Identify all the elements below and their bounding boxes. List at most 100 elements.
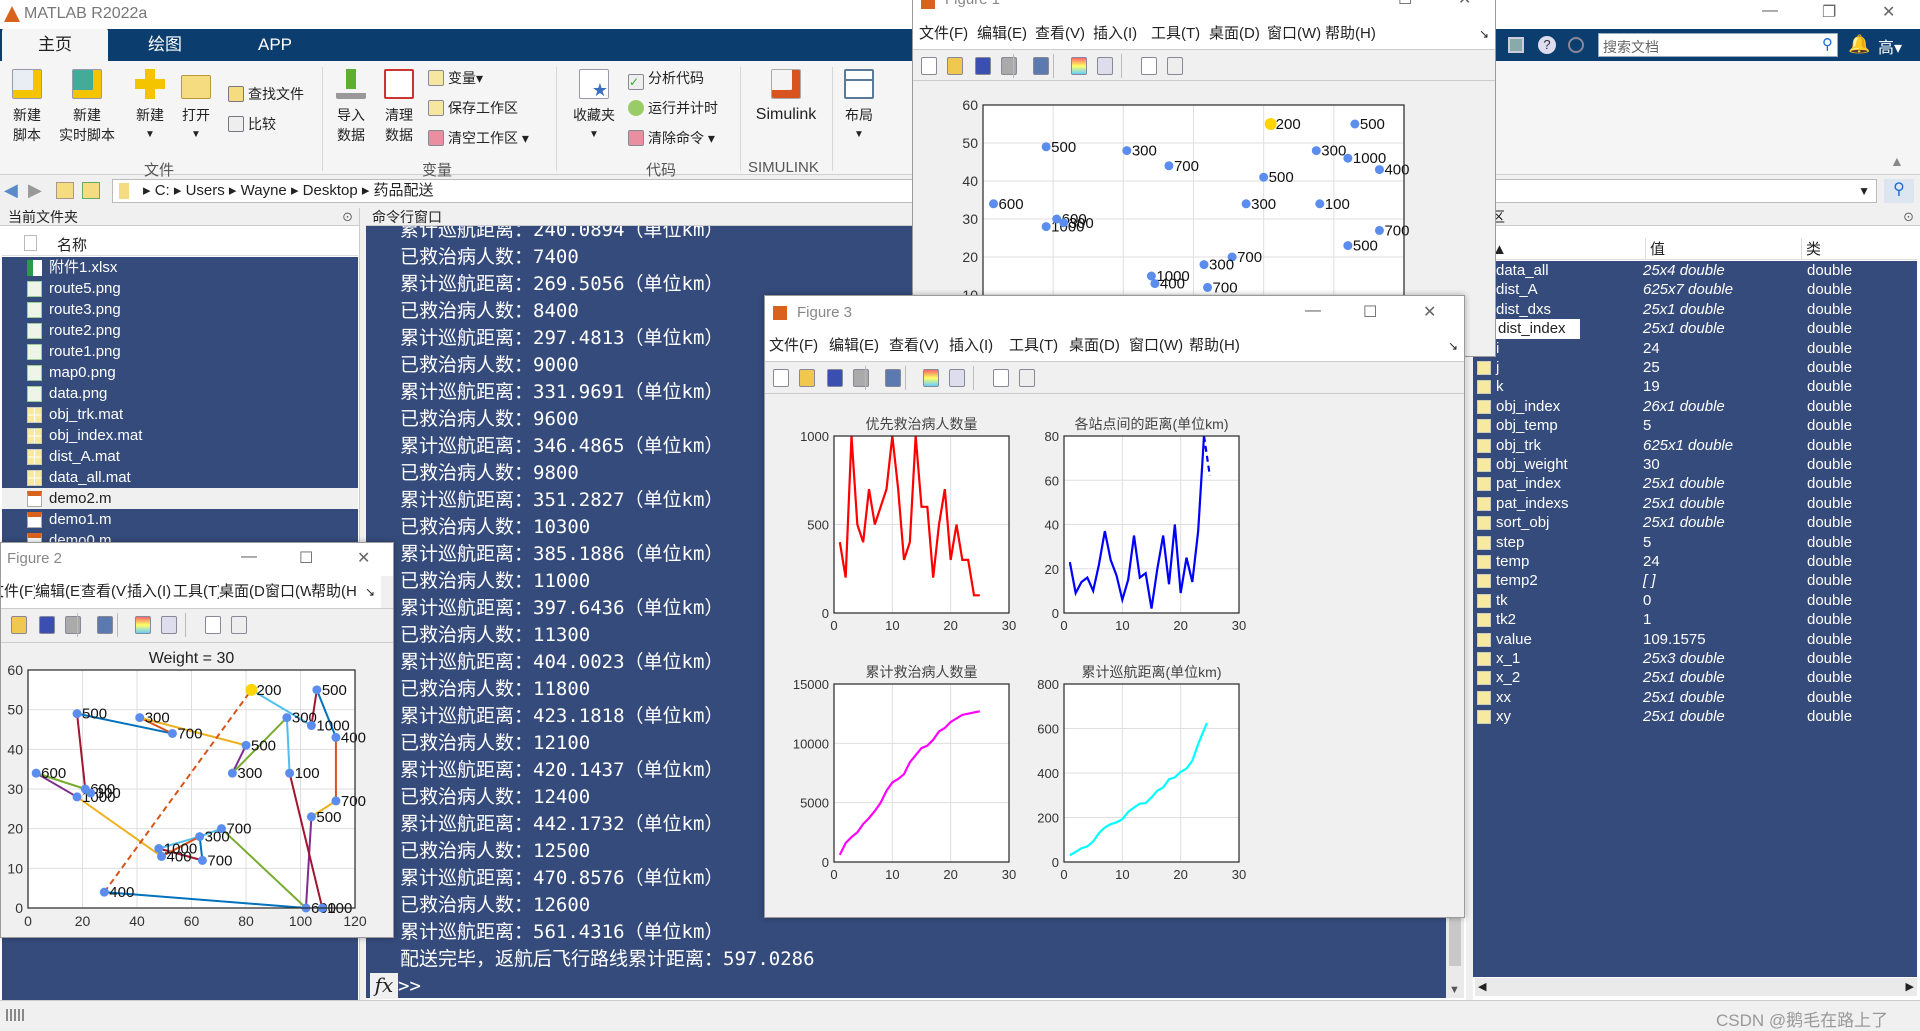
close-button[interactable]: ✕: [357, 548, 370, 568]
figure-menu-item[interactable]: 工具(T): [1151, 19, 1209, 49]
colorbar-icon[interactable]: [135, 616, 151, 634]
favorites-button[interactable]: ★ 收藏夹 ▼: [566, 69, 622, 145]
new-file-icon[interactable]: [921, 57, 937, 75]
find-files-button[interactable]: 查找文件: [228, 83, 304, 105]
station-distance-axes[interactable]: 0 10 20 30 0 20 40 60 80 各站点间的距离(单位km): [1045, 416, 1247, 633]
save-icon[interactable]: [39, 616, 55, 634]
breadcrumb-item[interactable]: 药品配送: [374, 182, 434, 199]
workspace-variable-row[interactable]: x_1 25x3 double double: [1473, 649, 1917, 668]
save-icon[interactable]: [827, 369, 843, 387]
variable-button[interactable]: 变量▾: [428, 67, 483, 89]
search-docs-input[interactable]: 搜索文档 ⚲: [1598, 33, 1838, 57]
figure-menu-item[interactable]: 帮助(H): [311, 576, 357, 608]
column-value[interactable]: 值: [1645, 238, 1665, 259]
workspace-variable-row[interactable]: pat_index 25x1 double double: [1473, 474, 1917, 493]
scroll-right-icon[interactable]: ▶: [1906, 980, 1914, 993]
breadcrumb-item[interactable]: Users: [186, 182, 225, 199]
new-live-script-button[interactable]: 新建 实时脚本: [52, 69, 122, 145]
layout-button[interactable]: 布局 ▼: [838, 69, 880, 145]
clear-commands-button[interactable]: 清除命令 ▾: [628, 127, 715, 149]
run-and-time-button[interactable]: 运行并计时: [628, 97, 718, 119]
breadcrumb-item[interactable]: Desktop: [303, 182, 358, 199]
minimize-button[interactable]: —: [1762, 2, 1778, 20]
help-icon[interactable]: ?: [1538, 36, 1556, 54]
new-file-icon[interactable]: [773, 369, 789, 387]
save-icon[interactable]: [975, 57, 991, 75]
figure-menu-item[interactable]: 桌面(D): [219, 576, 265, 608]
panel-menu-icon[interactable]: ⊙: [342, 208, 353, 226]
window-layout-icon[interactable]: [1508, 37, 1524, 53]
workspace-variable-row[interactable]: obj_index 26x1 double double: [1473, 397, 1917, 416]
scroll-down-icon[interactable]: ▼: [1449, 984, 1460, 996]
legend-icon[interactable]: [161, 616, 177, 634]
figure-menu-item[interactable]: 查看(V): [81, 576, 127, 608]
print-icon[interactable]: [65, 616, 81, 634]
print-icon[interactable]: [853, 369, 869, 387]
collapse-ribbon-icon[interactable]: ▲: [1890, 153, 1904, 169]
tab-plots[interactable]: 绘图: [130, 29, 200, 61]
panel-menu-icon[interactable]: ⊙: [1903, 208, 1914, 226]
figure-menu-item[interactable]: 文件(F): [1, 576, 35, 608]
workspace-variable-row[interactable]: obj_weight 30 double: [1473, 455, 1917, 474]
workspace-variable-row[interactable]: xx 25x1 double double: [1473, 688, 1917, 707]
figure-menu-item[interactable]: 编辑(E): [829, 331, 889, 361]
link-plot-icon[interactable]: [1033, 57, 1049, 75]
figure-menu-item[interactable]: 帮助(H): [1325, 19, 1383, 49]
search-folder-icon[interactable]: ⚲: [1884, 179, 1914, 203]
minimize-button[interactable]: —: [1305, 302, 1321, 320]
forward-icon[interactable]: ▶: [28, 180, 42, 201]
legend-icon[interactable]: [1097, 57, 1113, 75]
figure-menu-item[interactable]: 窗口(W): [265, 576, 311, 608]
maximize-button[interactable]: ☐: [299, 548, 313, 568]
figure-menu-item[interactable]: 窗口(W): [1267, 19, 1325, 49]
workspace-variable-row[interactable]: tk 0 double: [1473, 591, 1917, 610]
route-axes[interactable]: 0 20 40 60 80 100 120 0 10 20 30 40 50 60 Weight = 30 2…: [7, 650, 366, 929]
workspace-variable-row[interactable]: obj_trk 625x1 double double: [1473, 436, 1917, 455]
file-item[interactable]: route5.png: [2, 278, 358, 299]
scroll-left-icon[interactable]: ◀: [1478, 980, 1486, 993]
command-prompt[interactable]: >>: [398, 973, 421, 998]
new-button[interactable]: 新建 ▼: [132, 69, 168, 145]
colorbar-icon[interactable]: [1071, 57, 1087, 75]
breadcrumb-item[interactable]: Wayne: [241, 182, 287, 199]
property-editor-icon[interactable]: [1167, 57, 1183, 75]
figure-menu-item[interactable]: 桌面(D): [1069, 331, 1129, 361]
maximize-button[interactable]: ☐: [1398, 0, 1412, 9]
user-menu[interactable]: 高▾: [1878, 34, 1902, 58]
file-item[interactable]: dist_A.mat: [2, 446, 358, 467]
file-item[interactable]: route2.png: [2, 320, 358, 341]
workspace-variable-row[interactable]: obj_temp 5 double: [1473, 416, 1917, 435]
file-item[interactable]: map0.png: [2, 362, 358, 383]
workspace-variable-row[interactable]: dist_A 625x7 double double: [1473, 280, 1917, 299]
print-icon[interactable]: [1001, 57, 1017, 75]
file-item[interactable]: 附件1.xlsx: [2, 257, 358, 278]
breadcrumb-item[interactable]: C:: [155, 182, 170, 199]
clean-data-button[interactable]: 清理 数据: [378, 69, 420, 145]
new-file-icon[interactable]: [0, 616, 1, 634]
maximize-button[interactable]: ☐: [1363, 302, 1377, 322]
workspace-variable-row[interactable]: tk2 1 double: [1473, 610, 1917, 629]
workspace-variable-row[interactable]: value 109.1575 double: [1473, 630, 1917, 649]
figure-menu-item[interactable]: 窗口(W): [1129, 331, 1189, 361]
workspace-variable-row[interactable]: data_all 25x4 double double: [1473, 261, 1917, 280]
figure-menu-item[interactable]: 查看(V): [1035, 19, 1093, 49]
figure-menu-item[interactable]: 编辑(E): [977, 19, 1035, 49]
back-icon[interactable]: ◀: [4, 180, 18, 201]
close-button[interactable]: ✕: [1882, 2, 1895, 22]
workspace-variable-row[interactable]: pat_indexs 25x1 double double: [1473, 494, 1917, 513]
analyze-code-button[interactable]: ✓ 分析代码: [628, 67, 704, 90]
link-plot-icon[interactable]: [885, 369, 901, 387]
figure-menu-item[interactable]: 编辑(E): [35, 576, 81, 608]
workspace-variable-row[interactable]: j 25 double: [1473, 358, 1917, 377]
priority-patients-axes[interactable]: 0 10 20 30 0 500 1000 优先救治病人数量: [800, 416, 1016, 633]
pointer-icon[interactable]: [205, 616, 221, 634]
workspace-variable-row[interactable]: k 19 double: [1473, 377, 1917, 396]
file-item[interactable]: data.png: [2, 383, 358, 404]
pointer-icon[interactable]: [1141, 57, 1157, 75]
close-button[interactable]: ✕: [1423, 302, 1436, 322]
column-class[interactable]: 类: [1801, 238, 1821, 259]
figure-menu-item[interactable]: 插入(I): [949, 331, 1009, 361]
open-button[interactable]: 打开 ▼: [178, 69, 214, 145]
workspace-variable-row[interactable]: temp2 [ ] double: [1473, 571, 1917, 590]
browse-folder-icon[interactable]: [82, 182, 100, 199]
